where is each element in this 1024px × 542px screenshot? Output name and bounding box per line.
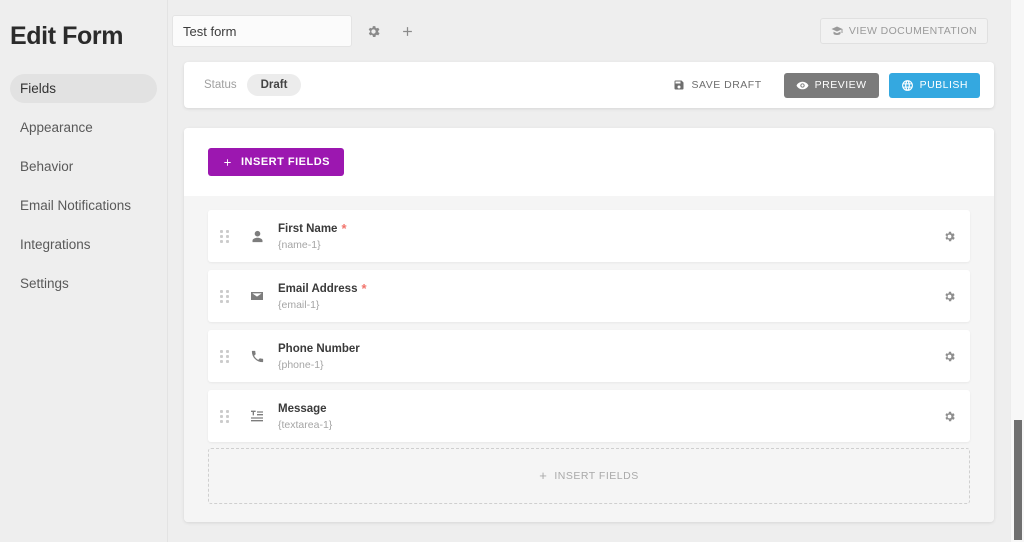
- save-draft-button[interactable]: SAVE DRAFT: [661, 73, 773, 98]
- page-title: Edit Form: [10, 22, 124, 50]
- form-builder-card: INSERT FIELDS First Name * {name-1} Emai…: [184, 128, 994, 522]
- form-settings-button[interactable]: [360, 18, 386, 44]
- publish-button[interactable]: PUBLISH: [888, 72, 980, 98]
- eye-icon: [796, 81, 809, 89]
- sidebar-item-appearance[interactable]: Appearance: [10, 113, 157, 142]
- sidebar-item-label: Integrations: [20, 237, 91, 252]
- sidebar-item-settings[interactable]: Settings: [10, 269, 157, 298]
- sidebar-item-label: Appearance: [20, 120, 93, 135]
- drag-handle[interactable]: [220, 409, 234, 423]
- scrollbar-thumb[interactable]: [1014, 420, 1022, 540]
- field-label: First Name: [278, 222, 338, 235]
- field-settings-button[interactable]: [943, 410, 956, 423]
- graduation-cap-icon: [831, 26, 843, 35]
- insert-fields-label: INSERT FIELDS: [241, 156, 331, 168]
- view-documentation-label: VIEW DOCUMENTATION: [848, 25, 977, 37]
- status-bar-card: Status Draft SAVE DRAFT PREVIEW PUBLISH: [184, 62, 994, 108]
- status-label: Status: [204, 79, 237, 91]
- table-row[interactable]: Phone Number {phone-1}: [208, 330, 970, 382]
- required-indicator: *: [361, 281, 367, 296]
- publish-label: PUBLISH: [919, 79, 968, 91]
- save-draft-label: SAVE DRAFT: [691, 79, 762, 91]
- plus-icon: [224, 158, 231, 166]
- field-tag: {name-1}: [278, 238, 321, 251]
- field-label: Message: [278, 402, 327, 415]
- field-label-wrap: Message: [278, 402, 943, 417]
- sidebar-item-fields[interactable]: Fields: [10, 74, 157, 103]
- gear-icon: [945, 291, 955, 301]
- sidebar-item-label: Behavior: [20, 159, 74, 174]
- preview-label: PREVIEW: [814, 79, 867, 91]
- plus-icon: [402, 26, 412, 36]
- sidebar-item-label: Fields: [20, 81, 57, 96]
- table-row[interactable]: First Name * {name-1}: [208, 210, 970, 262]
- sidebar-item-label: Email Notifications: [20, 198, 132, 213]
- field-text: Phone Number {phone-1}: [278, 342, 943, 371]
- field-tag: {textarea-1}: [278, 418, 333, 431]
- form-title-input[interactable]: [172, 15, 352, 47]
- user-icon: [244, 229, 270, 244]
- top-bar: VIEW DOCUMENTATION: [168, 0, 1010, 62]
- table-row[interactable]: Message {textarea-1}: [208, 390, 970, 442]
- phone-icon: [244, 349, 270, 364]
- form-builder-app: Edit Form Fields Appearance Behavior Ema…: [0, 0, 1024, 542]
- field-label-wrap: Phone Number: [278, 342, 943, 357]
- sidebar-item-email-notifications[interactable]: Email Notifications: [10, 191, 157, 220]
- gear-icon: [945, 231, 955, 241]
- table-row[interactable]: Email Address * {email-1}: [208, 270, 970, 322]
- field-text: First Name * {name-1}: [278, 222, 943, 251]
- field-settings-button[interactable]: [943, 290, 956, 303]
- sidebar-item-behavior[interactable]: Behavior: [10, 152, 157, 181]
- field-label-wrap: Email Address *: [278, 282, 943, 297]
- field-settings-button[interactable]: [943, 350, 956, 363]
- field-label: Email Address: [278, 282, 358, 295]
- drag-handle[interactable]: [220, 229, 234, 243]
- insert-fields-button[interactable]: INSERT FIELDS: [208, 148, 345, 176]
- sidebar: Edit Form Fields Appearance Behavior Ema…: [0, 0, 168, 542]
- field-text: Email Address * {email-1}: [278, 282, 943, 311]
- dropzone-label: INSERT FIELDS: [554, 470, 639, 482]
- main-content: VIEW DOCUMENTATION Status Draft SAVE DRA…: [168, 0, 1024, 542]
- floppy-disk-icon: [674, 80, 684, 90]
- field-text: Message {textarea-1}: [278, 402, 943, 431]
- fields-list: First Name * {name-1} Email Address * {e…: [184, 196, 994, 522]
- builder-toolbar: INSERT FIELDS: [184, 128, 994, 196]
- gear-icon: [945, 411, 955, 421]
- envelope-icon: [244, 288, 270, 304]
- gear-icon: [368, 25, 380, 37]
- view-documentation-button[interactable]: VIEW DOCUMENTATION: [819, 18, 988, 44]
- field-tag: {phone-1}: [278, 358, 324, 371]
- field-tag: {email-1}: [278, 298, 320, 311]
- globe-icon: [901, 79, 913, 91]
- plus-icon: +: [539, 468, 548, 483]
- gear-icon: [945, 351, 955, 361]
- scrollbar[interactable]: [1010, 0, 1024, 542]
- field-settings-button[interactable]: [943, 230, 956, 243]
- sidebar-item-integrations[interactable]: Integrations: [10, 230, 157, 259]
- sidebar-nav: Fields Appearance Behavior Email Notific…: [0, 70, 167, 298]
- preview-button[interactable]: PREVIEW: [783, 72, 879, 98]
- add-form-button[interactable]: [394, 18, 420, 44]
- status-badge: Draft: [246, 74, 302, 96]
- text-lines-icon: [244, 408, 270, 424]
- field-label-wrap: First Name *: [278, 222, 943, 237]
- drag-handle[interactable]: [220, 289, 234, 303]
- sidebar-item-label: Settings: [20, 276, 69, 291]
- insert-fields-dropzone[interactable]: + INSERT FIELDS: [208, 448, 970, 504]
- drag-handle[interactable]: [220, 349, 234, 363]
- required-indicator: *: [341, 221, 347, 236]
- field-label: Phone Number: [278, 342, 360, 355]
